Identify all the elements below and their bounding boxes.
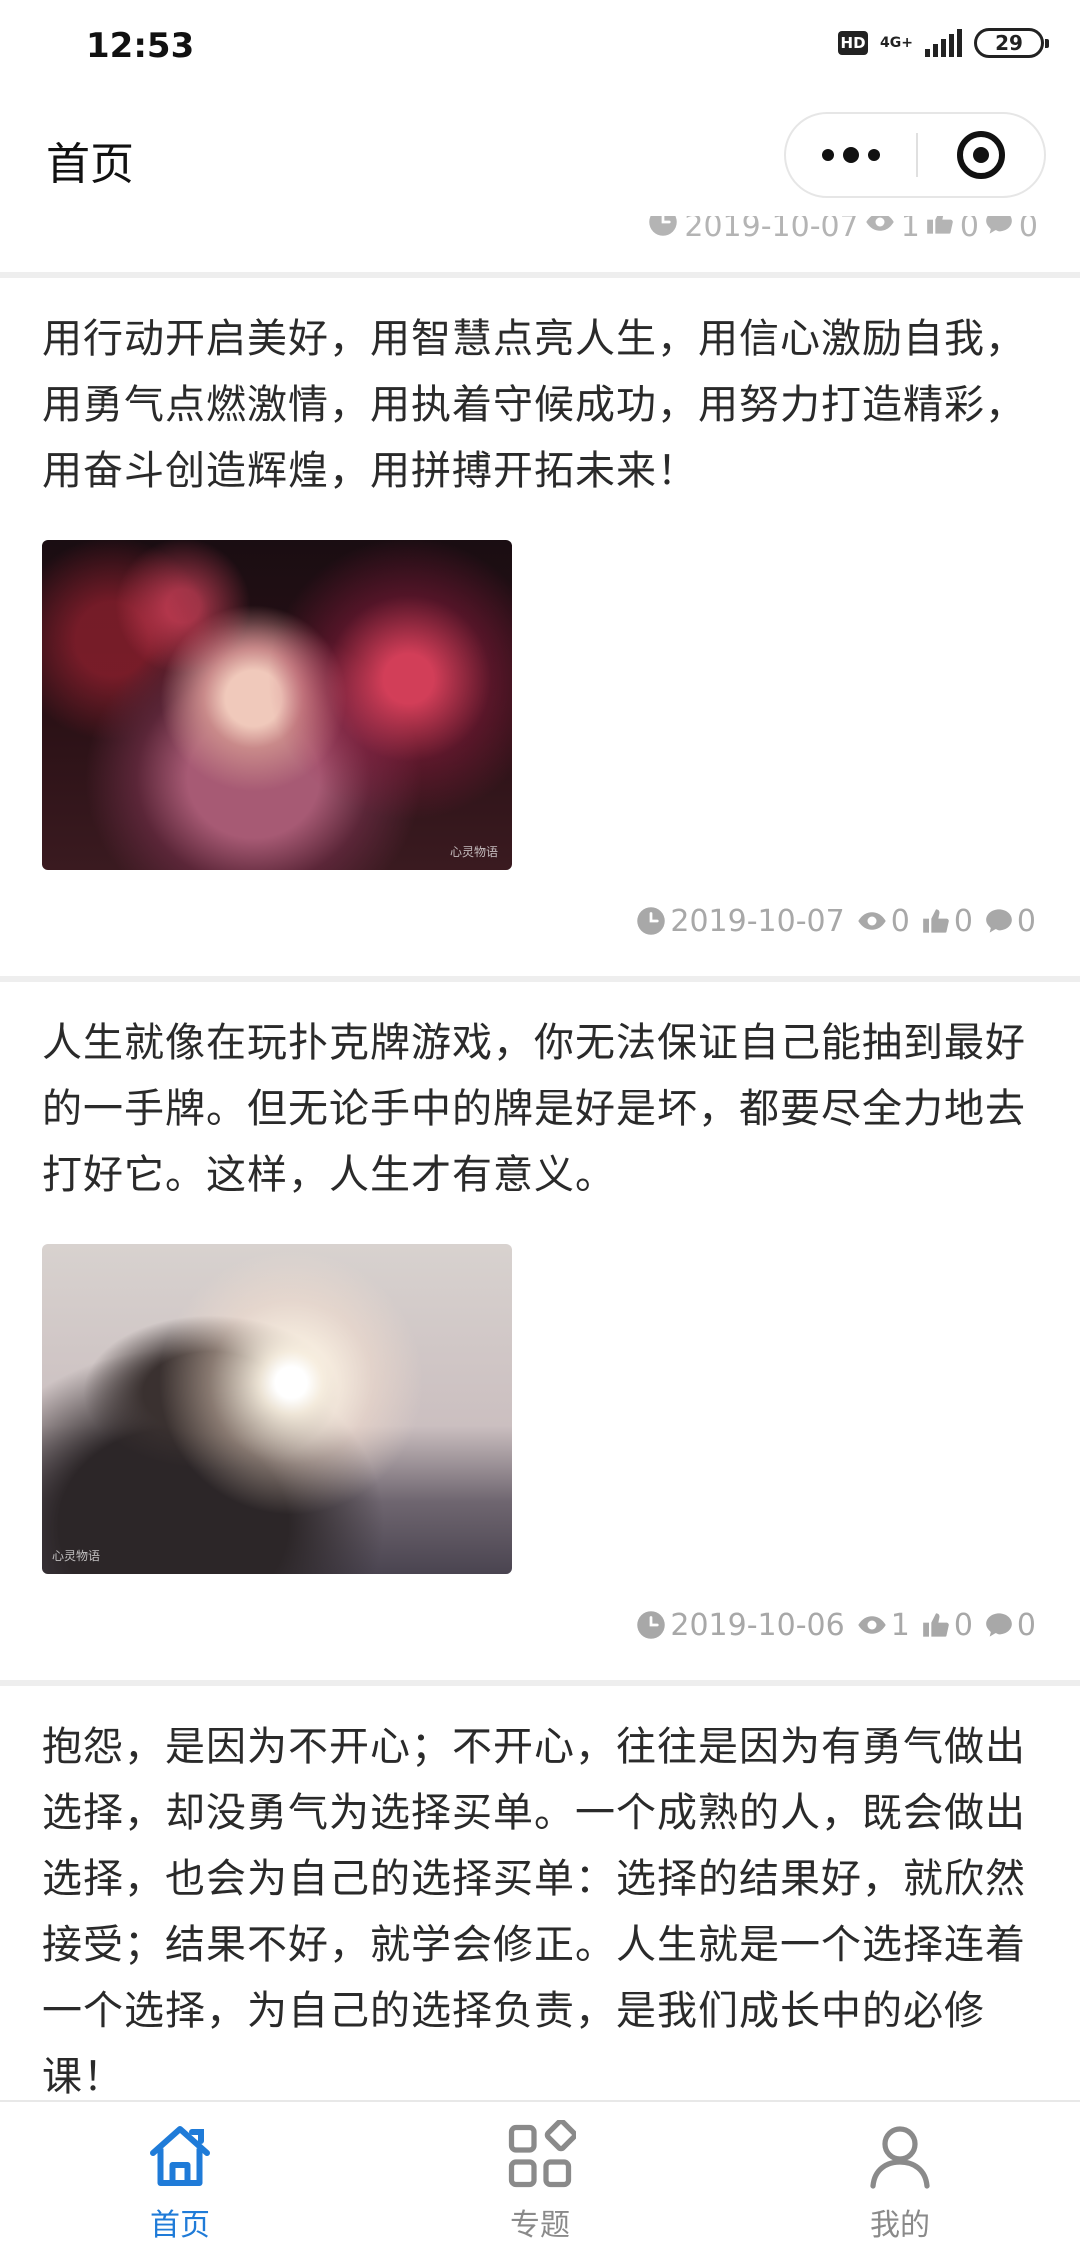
home-icon [144,2120,216,2196]
post-separator [0,976,1080,982]
comment-icon[interactable] [985,1611,1013,1639]
network-label: 4G+ [880,35,913,51]
post-meta: 2019-10-07 1 0 0 [648,216,1038,246]
tab-me[interactable]: 我的 [720,2102,1080,2248]
post-feed[interactable]: 2019-10-07 1 0 0 用行动开启美好，用智慧点亮人生，用信心激励自我… [0,216,1080,2100]
tab-label: 我的 [870,2208,930,2243]
more-dot-icon [843,147,859,163]
post-text: 人生就像在玩扑克牌游戏，你无法保证自己能抽到最好的一手牌。但无论手中的牌是好是坏… [42,1020,1026,1198]
clock-icon [636,1610,666,1640]
page-title: 首页 [46,139,134,190]
post-meta: 2019-10-06 1 0 0 [626,1605,1038,1645]
status-time: 12:53 [86,26,195,66]
view-count: 0 [890,903,910,939]
post-card[interactable]: 抱怨，是因为不开心；不开心，往往是因为有勇气做出选择，却没勇气为选择买单。一个成… [0,1714,1080,2100]
battery-level: 29 [995,31,1023,55]
tab-bar: 首页 专题 我的 [0,2100,1080,2248]
thumbs-up-icon[interactable] [922,907,950,935]
post-image[interactable]: 心灵物语 [42,1244,512,1574]
more-button[interactable] [786,114,916,196]
tab-topics[interactable]: 专题 [360,2102,720,2248]
battery-icon: 29 [974,28,1049,58]
tab-home[interactable]: 首页 [0,2102,360,2248]
post-image[interactable]: 心灵物语 [42,540,512,870]
comment-icon[interactable] [985,907,1013,935]
network-type: 4G+ [880,36,913,50]
status-indicators: HD 4G+ 29 [838,28,1049,58]
image-watermark: 心灵物语 [449,845,498,859]
more-dot-icon [868,149,880,161]
more-dot-icon [822,149,834,161]
thumbs-up-icon [926,216,954,244]
post-date: 2019-10-07 [670,903,845,939]
close-miniprogram-button[interactable] [918,114,1044,196]
status-bar: 12:53 HD 4G+ 29 [0,0,1080,96]
tab-label: 首页 [150,2208,210,2243]
clock-icon [648,216,678,245]
comment-icon [985,216,1013,244]
eye-icon [857,1610,887,1640]
thumbs-up-icon[interactable] [922,1611,950,1639]
miniprogram-capsule [784,112,1046,198]
like-count: 0 [959,216,979,244]
hd-badge: HD [838,31,869,55]
post-meta: 2019-10-07 0 0 0 [626,901,1038,941]
eye-icon [857,906,887,936]
tab-label: 专题 [510,2208,570,2243]
signal-icon [925,29,962,57]
clock-icon [636,906,666,936]
view-count: 1 [900,216,920,244]
post-card[interactable]: 用行动开启美好，用智慧点亮人生，用信心激励自我，用勇气点燃激情，用执着守候成功，… [0,306,1080,870]
nav-bar: 首页 [0,96,1080,216]
like-count: 0 [953,1607,973,1643]
like-count: 0 [953,903,973,939]
target-icon [957,131,1005,179]
user-icon [864,2120,936,2196]
post-separator [0,1680,1080,1686]
apps-icon [504,2118,578,2196]
eye-icon [865,216,895,245]
comment-count: 0 [1016,903,1036,939]
comment-count: 0 [1018,216,1038,244]
post-date: 2019-10-07 [684,216,859,244]
image-watermark: 心灵物语 [52,1549,101,1563]
post-text: 用行动开启美好，用智慧点亮人生，用信心激励自我，用勇气点燃激情，用执着守候成功，… [42,316,1026,494]
post-date: 2019-10-06 [670,1607,845,1643]
view-count: 1 [890,1607,910,1643]
post-separator [0,272,1080,278]
post-text: 抱怨，是因为不开心；不开心，往往是因为有勇气做出选择，却没勇气为选择买单。一个成… [42,1724,1026,2100]
post-card[interactable]: 人生就像在玩扑克牌游戏，你无法保证自己能抽到最好的一手牌。但无论手中的牌是好是坏… [0,1010,1080,1574]
comment-count: 0 [1016,1607,1036,1643]
